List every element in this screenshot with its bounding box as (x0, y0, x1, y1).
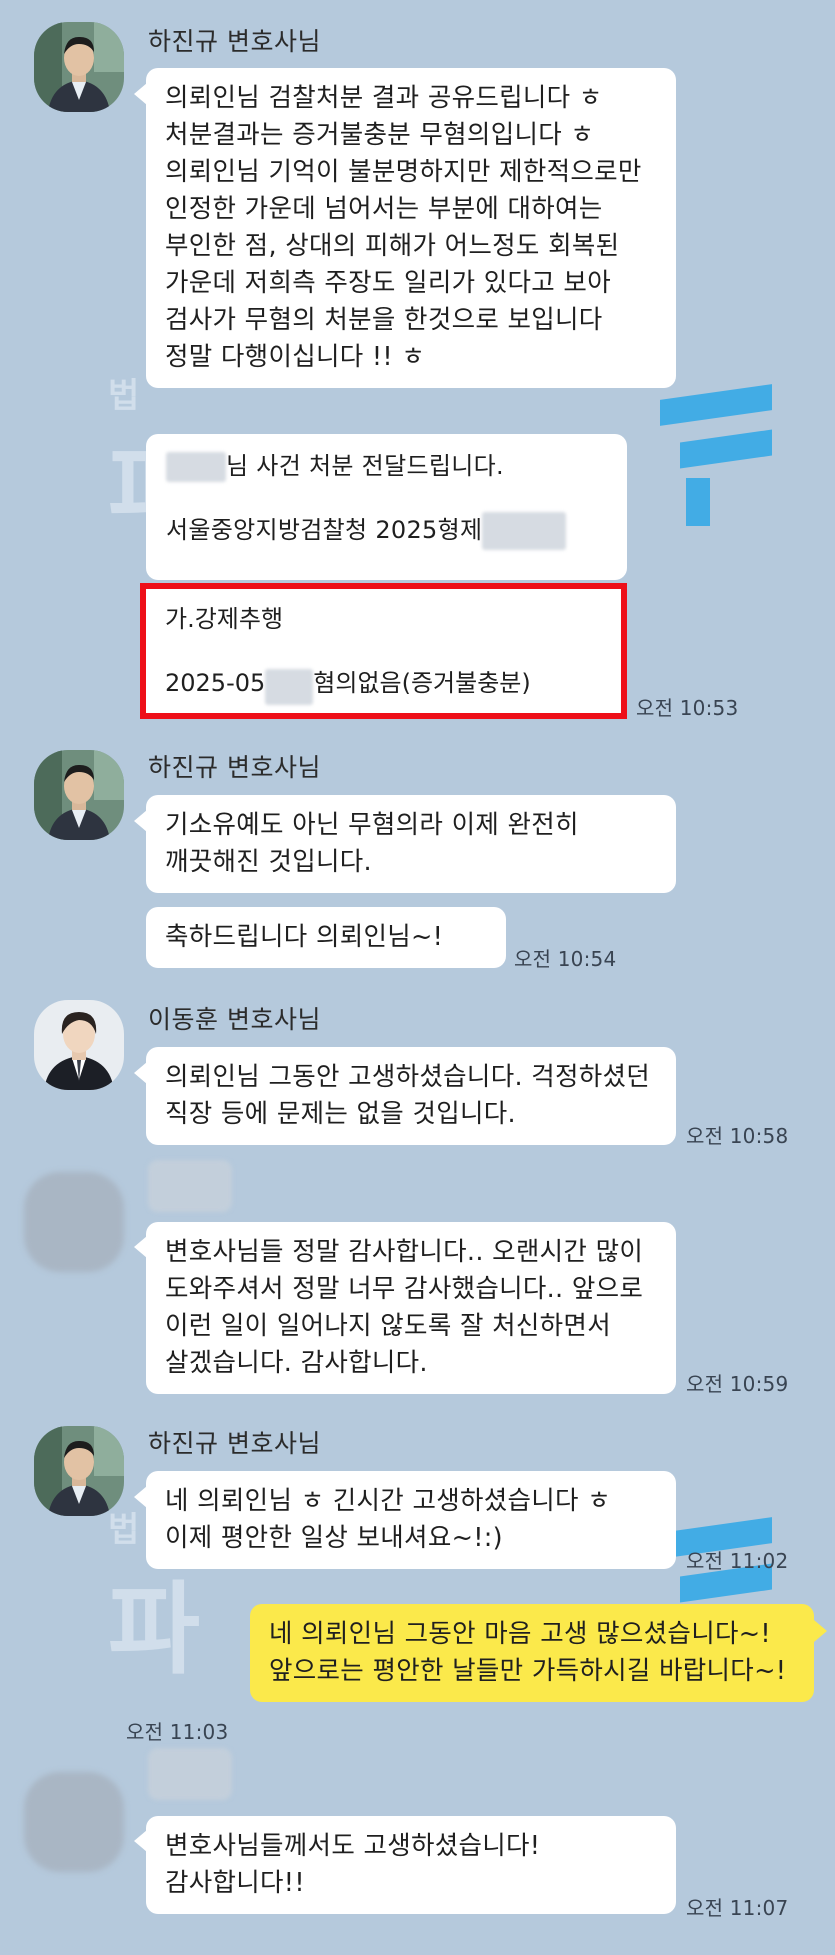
message-bubble[interactable]: 네 의뢰인님 ㅎ 긴시간 고생하셨습니다 ㅎ 이제 평안한 일상 보내셔요~!:… (146, 1471, 676, 1569)
timestamp: 오전 11:03 (126, 1720, 229, 1744)
message-bubble[interactable]: 변호사님들께서도 고생하셨습니다! 감사합니다!! (146, 1816, 676, 1914)
sender-name: 하진규 변호사님 (148, 27, 321, 56)
charge-label: 가.강제추행 (165, 605, 284, 633)
message-bubble[interactable]: 축하드립니다 의뢰인님~! (146, 907, 506, 968)
timestamp: 오전 11:07 (686, 1896, 789, 1920)
sender-name: 이동훈 변호사님 (148, 1005, 321, 1034)
watermark-small-2: 법 (108, 1510, 140, 1550)
watermark-large-2: 파 (108, 1571, 200, 1688)
result-line: 2025-05 혐의없음(증거불충분) (165, 663, 602, 705)
watermark-stripe-1 (660, 384, 772, 426)
sender-name-redacted (148, 1160, 232, 1212)
message-bubble[interactable]: 기소유예도 아닌 무혐의라 이제 완전히 깨끗해진 것입니다. (146, 795, 676, 893)
avatar-lawyer-ha[interactable] (34, 1426, 124, 1516)
document-bubble[interactable]: 님 사건 처분 전달드립니다. 서울중앙지방검찰청 2025형제 (146, 434, 627, 580)
watermark-stripe-3 (686, 478, 710, 526)
avatar-lawyer-ha[interactable] (34, 22, 124, 112)
timestamp: 오전 11:02 (686, 1549, 789, 1573)
message-bubble[interactable]: 변호사님들 정말 감사합니다.. 오랜시간 많이 도와주셔서 정말 너무 감사했… (146, 1222, 676, 1394)
bubble-tail (814, 1620, 827, 1642)
message-bubble[interactable]: 의뢰인님 그동안 고생하셨습니다. 걱정하셨던 직장 등에 문제는 없을 것입니… (146, 1047, 676, 1145)
document-line-2: 서울중앙지방검찰청 2025형제 (166, 508, 607, 552)
sender-name: 하진규 변호사님 (148, 753, 321, 782)
timestamp: 오전 10:54 (514, 947, 617, 971)
redacted-date (265, 668, 314, 705)
timestamp: 오전 10:53 (636, 696, 739, 720)
document-line-1: 님 사건 처분 전달드립니다. (166, 444, 607, 488)
timestamp: 오전 10:59 (686, 1372, 789, 1396)
avatar-lawyer-lee[interactable] (34, 1000, 124, 1090)
avatar-lawyer-ha[interactable] (34, 750, 124, 840)
redacted-name (166, 452, 226, 482)
my-message-bubble[interactable]: 네 의뢰인님 그동안 마음 고생 많으셨습니다~! 앞으로는 평안한 날들만 가… (250, 1604, 814, 1702)
message-bubble[interactable]: 의뢰인님 검찰처분 결과 공유드립니다 ㅎ 처분결과는 증거불충분 무혐의입니다… (146, 68, 676, 388)
sender-name: 하진규 변호사님 (148, 1429, 321, 1458)
avatar-redacted[interactable] (24, 1172, 124, 1272)
watermark-stripe-2 (680, 429, 772, 469)
highlight-box: 가.강제추행 2025-05 혐의없음(증거불충분) (140, 583, 627, 719)
timestamp: 오전 10:58 (686, 1124, 789, 1148)
redacted-case-number (482, 512, 567, 550)
avatar-redacted[interactable] (24, 1772, 124, 1872)
watermark-small-1: 법 (108, 376, 140, 416)
sender-name-redacted (148, 1748, 232, 1800)
